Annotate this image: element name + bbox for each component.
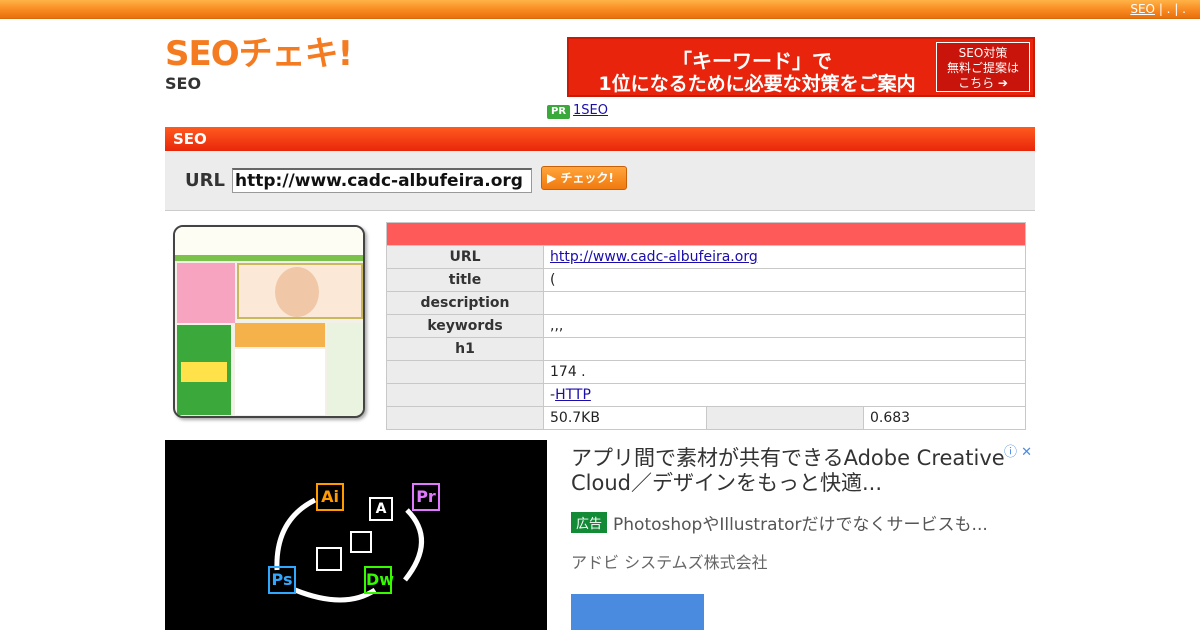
url-label: URL — [185, 170, 225, 191]
banner-cta-line3: こちら ➔ — [958, 76, 1008, 90]
row-key: title — [386, 268, 544, 292]
row-key: URL — [386, 245, 544, 269]
thumb-right-column — [327, 323, 363, 415]
ad-description: PhotoshopやIllustratorだけでなくサービスも... — [613, 515, 988, 535]
illustrator-icon: Ai — [316, 483, 344, 511]
banner-cta-button[interactable]: SEO対策 無料ご提案は こちら ➔ — [936, 42, 1030, 92]
thumb-left-banner — [177, 263, 235, 323]
row-key: keywords — [386, 314, 544, 338]
site-logo[interactable]: SEOチェキ! SEO — [165, 34, 353, 93]
ad-title[interactable]: アプリ間で素材が共有できるAdobe Creative Cloud／デザインをも… — [571, 446, 1031, 496]
logo-subtitle: SEO — [165, 74, 202, 93]
pr-link[interactable]: 1SEO — [573, 103, 608, 118]
ad-open-button[interactable] — [571, 594, 704, 630]
adobe-fonts-icon: A — [369, 497, 393, 521]
banner-line2: 1位になるために必要な対策をご案内 — [598, 73, 916, 95]
table-row: 50.7KB 0.683 — [386, 406, 1026, 430]
length-value: 174 . — [543, 360, 1026, 384]
top-links: SEO | . | . — [1130, 2, 1186, 16]
url-input[interactable]: http://www.cadc-albufeira.org — [232, 168, 532, 193]
photoshop-icon: Ps — [268, 566, 296, 594]
row-key — [386, 383, 544, 407]
thumb-header — [175, 227, 363, 255]
thumb-face-image — [275, 267, 319, 317]
description-value — [543, 291, 1026, 315]
table-row: description — [386, 291, 1026, 315]
table-row: keywords ,,, — [386, 314, 1026, 338]
row-key — [706, 406, 864, 430]
ad-banner[interactable]: 「キーワード」で 1位になるために必要な対策をご案内 SEO対策 無料ご提案は … — [567, 37, 1035, 97]
ad-advertiser: アドビ システムズ株式会社 — [571, 553, 768, 572]
pr-badge: PR — [547, 105, 571, 119]
http-link[interactable]: HTTP — [555, 387, 591, 403]
check-button[interactable]: ▶ チェック! — [541, 166, 627, 190]
premiere-icon: Pr — [412, 483, 440, 511]
ad-image[interactable]: Ai Pr Ps Dw A — [165, 440, 547, 630]
top-bar: SEO | . | . — [0, 0, 1200, 19]
url-form: URL http://www.cadc-albufeira.org ▶ チェック… — [165, 151, 1035, 211]
logo-mark: SEOチェキ! — [165, 34, 353, 74]
top-seo-link[interactable]: SEO — [1130, 2, 1155, 16]
ad-tag: 広告 — [571, 512, 608, 533]
thumb-promo — [235, 323, 325, 347]
title-value: ( — [543, 268, 1026, 292]
info-table-header — [386, 222, 1026, 246]
ad-text[interactable]: アプリ間で素材が共有できるAdobe Creative Cloud／デザインをも… — [571, 446, 1031, 573]
top-separators: | . | . — [1158, 2, 1186, 16]
row-key — [386, 360, 544, 384]
size-value: 50.7KB — [543, 406, 707, 430]
banner-cta-line1: SEO対策 — [958, 46, 1008, 60]
table-row: h1 — [386, 337, 1026, 361]
site-thumbnail — [173, 225, 365, 418]
table-row: title ( — [386, 268, 1026, 292]
url-value-link[interactable]: http://www.cadc-albufeira.org — [550, 249, 758, 265]
row-key: h1 — [386, 337, 544, 361]
thumb-body — [235, 349, 325, 415]
info-table: URL http://www.cadc-albufeira.org title … — [386, 222, 1026, 430]
h1-value — [543, 337, 1026, 361]
thumb-side-ad-highlight — [181, 362, 227, 382]
pr-link-row: PR 1SEO — [547, 103, 608, 119]
table-row: -HTTP — [386, 383, 1026, 407]
thumb-nav — [175, 255, 363, 261]
section-title: SEO — [165, 127, 1035, 151]
time-value: 0.683 — [863, 406, 1026, 430]
table-row: URL http://www.cadc-albufeira.org — [386, 245, 1026, 269]
dreamweaver-icon: Dw — [364, 566, 394, 594]
keywords-value: ,,, — [543, 314, 1026, 338]
app-cycle-graphic — [274, 497, 424, 603]
row-key — [386, 406, 544, 430]
row-key: description — [386, 291, 544, 315]
banner-cta-line2: 無料ご提案は — [946, 61, 1019, 75]
table-row: 174 . — [386, 360, 1026, 384]
